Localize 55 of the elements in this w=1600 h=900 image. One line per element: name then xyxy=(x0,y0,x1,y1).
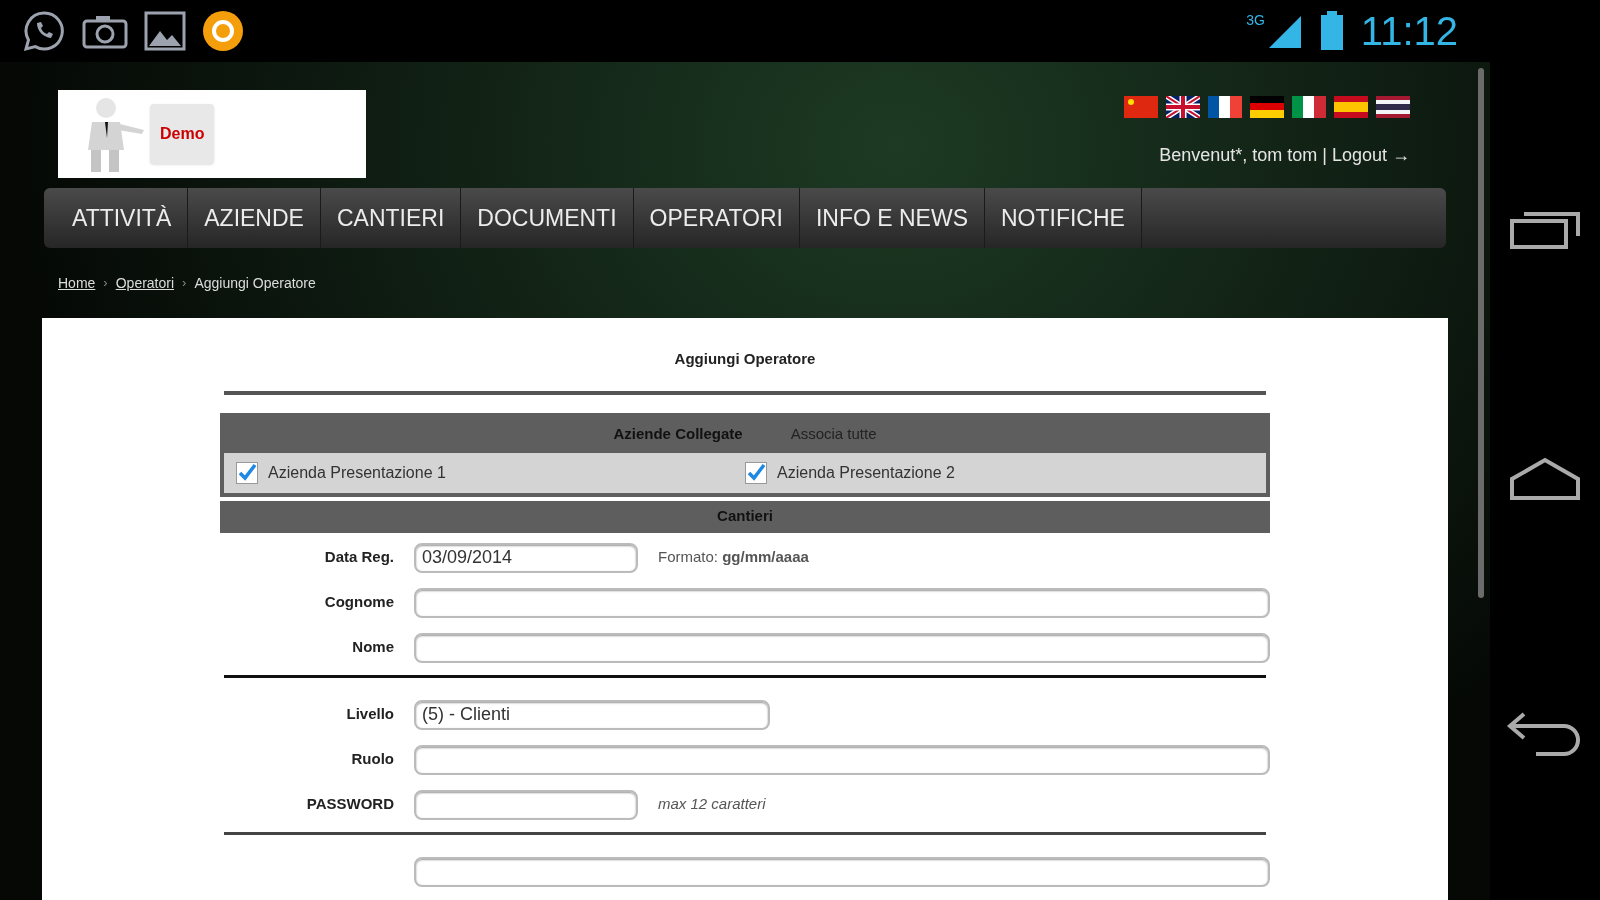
checkbox[interactable] xyxy=(236,461,258,484)
section-header: Cantieri xyxy=(220,500,1270,533)
company-name: Azienda Presentazione 2 xyxy=(777,462,955,483)
input-field[interactable]: 03/09/2014 xyxy=(414,542,638,573)
menu-item[interactable]: OPERATORI xyxy=(633,188,800,248)
input-field[interactable] xyxy=(414,856,1270,887)
clock: 11:12 xyxy=(1360,8,1458,55)
input-field[interactable] xyxy=(414,744,1270,775)
field-label: Nome xyxy=(351,637,394,658)
field-label: PASSWORD xyxy=(305,794,394,815)
breadcrumb-link[interactable]: Home xyxy=(58,272,96,294)
star-flag-icon[interactable] xyxy=(1124,96,1158,118)
camera-icon xyxy=(82,13,128,49)
input-field[interactable] xyxy=(414,587,1270,618)
checkbox[interactable] xyxy=(745,461,767,484)
input-field[interactable]: (5) - Clienti xyxy=(414,699,770,730)
chevron-icon: › xyxy=(103,273,108,293)
checkmark-icon xyxy=(746,462,766,483)
menu-item[interactable]: CANTIERI xyxy=(320,188,462,248)
checkmark-icon xyxy=(237,462,257,483)
tricolour-flag-icon[interactable] xyxy=(1208,96,1242,118)
menu-item[interactable]: AZIENDE xyxy=(188,188,321,248)
menu-item[interactable]: DOCUMENTI xyxy=(461,188,634,248)
striped-flag-icon[interactable] xyxy=(1250,96,1284,118)
hint-text: Formato: gg/mm/aaaa xyxy=(658,547,809,568)
battery-icon xyxy=(1318,11,1345,51)
separator: | xyxy=(1322,144,1327,167)
field-label: Ruolo xyxy=(350,749,394,770)
welcome-text: Benvenut*, tom tom xyxy=(1159,144,1318,167)
field-label: Data Reg. xyxy=(323,547,394,568)
striped-flag-icon[interactable] xyxy=(1376,96,1410,118)
field-label: Cognome xyxy=(323,592,394,613)
input-field[interactable] xyxy=(414,632,1270,663)
breadcrumb-current: Aggiungi Operatore xyxy=(194,273,316,293)
section-title: Aziende Collegate xyxy=(613,424,743,445)
field-label: Livello xyxy=(345,704,394,725)
input-field[interactable] xyxy=(414,789,638,820)
company-name: Azienda Presentazione 1 xyxy=(268,462,446,483)
home-icon[interactable] xyxy=(1509,457,1581,501)
menu-item[interactable]: NOTIFICHE xyxy=(984,188,1142,248)
logout-link[interactable]: Logout xyxy=(1331,142,1387,169)
logo-text: Demo xyxy=(150,104,215,164)
network-type: 3G xyxy=(1246,11,1265,30)
form-title: Aggiungi Operatore xyxy=(673,349,817,369)
menu-item[interactable]: INFO E NEWS xyxy=(799,188,985,248)
chat-bubble-icon xyxy=(22,9,66,53)
breadcrumb-link[interactable]: Operatori xyxy=(115,272,175,294)
tricolour-flag-icon[interactable] xyxy=(1292,96,1326,118)
union-flag-icon[interactable] xyxy=(1166,96,1200,118)
arrow-icon: → xyxy=(1392,142,1410,169)
chevron-icon: › xyxy=(182,273,187,293)
hint-text: max 12 caratteri xyxy=(658,794,766,815)
image-icon xyxy=(144,11,186,51)
app-icon xyxy=(202,10,244,52)
menu-item[interactable]: ATTIVITÀ xyxy=(56,188,189,248)
